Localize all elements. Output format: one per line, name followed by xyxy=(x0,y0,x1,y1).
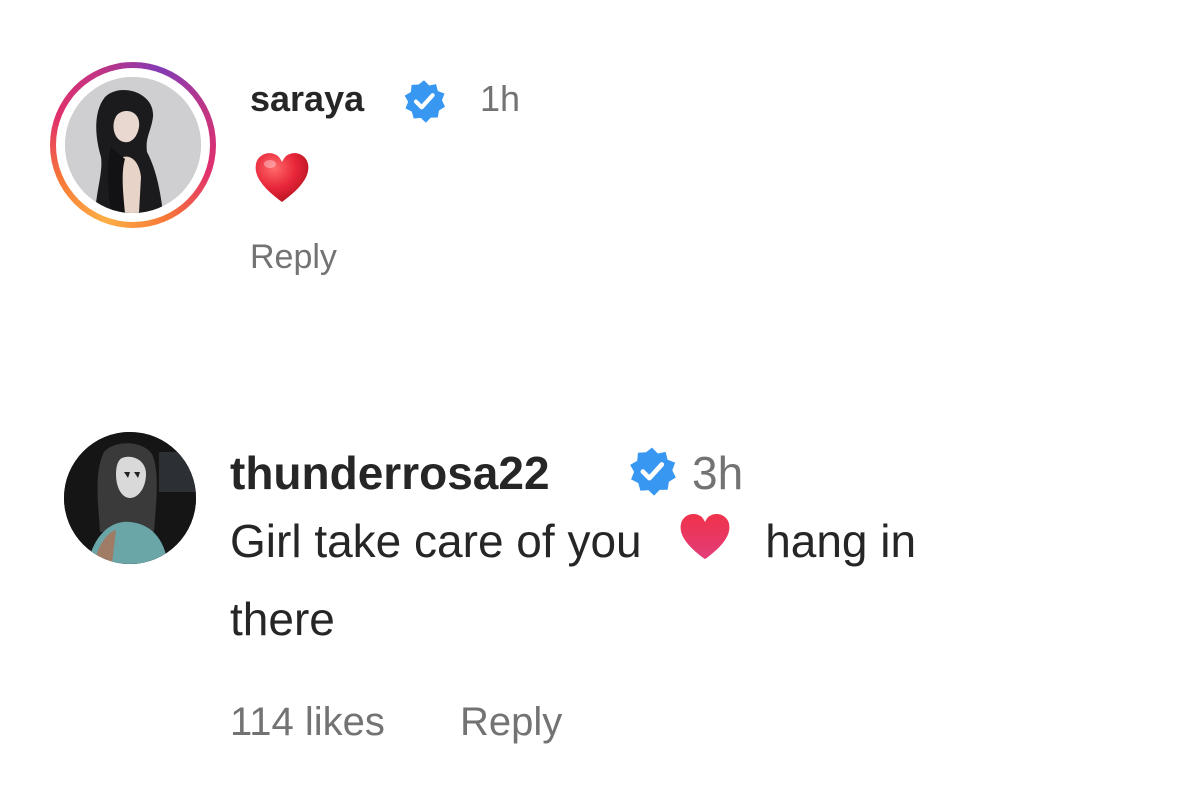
comment-thunderrosa22: thunderrosa22 3h Girl take care of you h… xyxy=(0,420,1188,800)
comment-text-part: there xyxy=(230,592,335,645)
comment-time: 1h xyxy=(480,78,521,119)
avatar-photo-icon xyxy=(64,432,196,564)
avatar-story-ring[interactable] xyxy=(50,62,216,228)
comment-username[interactable]: saraya xyxy=(250,78,364,120)
heart-emoji-icon xyxy=(676,508,734,582)
likes-count[interactable]: 114 likes xyxy=(230,700,385,745)
comment-username[interactable]: thunderrosa22 xyxy=(230,446,550,500)
comment-text-part: hang in xyxy=(765,515,917,567)
comment-time: 3h xyxy=(692,447,744,499)
reply-button[interactable]: Reply xyxy=(460,700,562,745)
verified-badge-icon xyxy=(626,445,678,502)
verified-badge-icon xyxy=(401,78,447,129)
comment-text: Girl take care of you hang in there xyxy=(230,504,1130,656)
comment-saraya: saraya 1h Reply xyxy=(0,0,1188,300)
comment-text-part: Girl take care of you xyxy=(230,515,642,567)
avatar[interactable] xyxy=(64,432,196,564)
reply-button[interactable]: Reply xyxy=(250,238,337,277)
avatar-photo-icon xyxy=(65,77,201,213)
avatar[interactable] xyxy=(65,77,201,213)
heart-emoji-icon xyxy=(252,150,312,209)
